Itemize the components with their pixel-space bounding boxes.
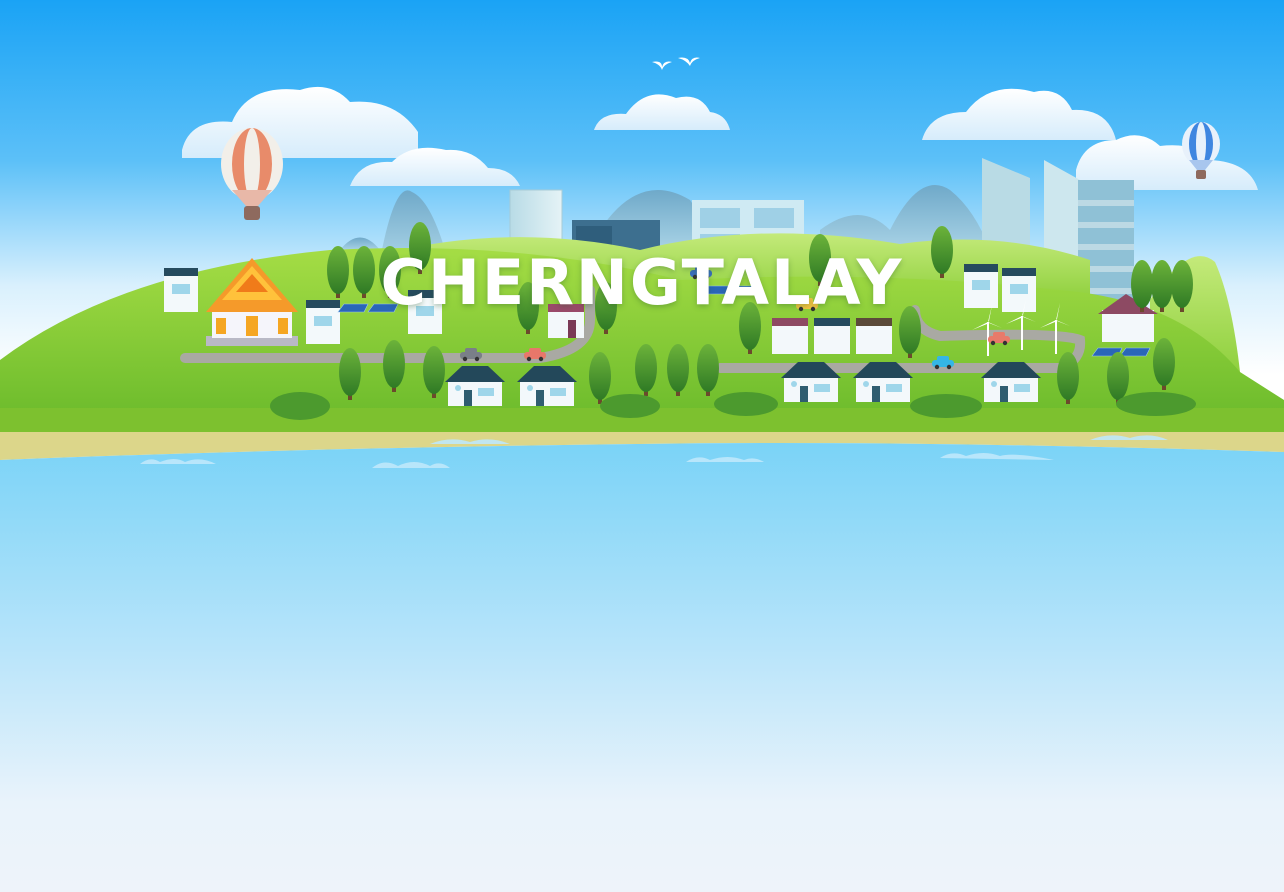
hero-title: CHERNGTALAY <box>380 246 904 319</box>
island-city-illustration <box>0 0 1284 892</box>
sea <box>0 443 1284 892</box>
row-houses <box>772 318 892 354</box>
